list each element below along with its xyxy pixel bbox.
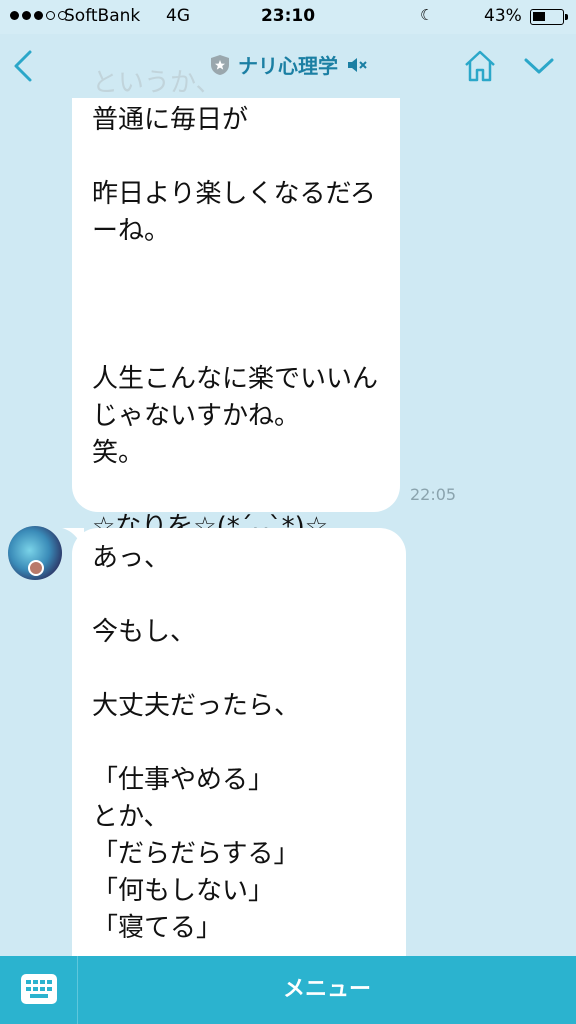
message-bubble[interactable]: 普通に毎日が 昨日より楽しくなるだろーね。 人生こんなに楽でいいんじゃないすかね… <box>72 98 400 542</box>
home-icon <box>465 50 495 82</box>
chevron-down-icon <box>524 58 554 74</box>
carrier-name: SoftBank <box>64 6 141 26</box>
scrolled-message-fragment: というか、 <box>92 68 222 98</box>
network-type: 4G <box>166 6 190 26</box>
signal-strength-icon <box>10 11 67 20</box>
status-bar: SoftBank 4G 23:10 ☾ 43% <box>0 0 576 34</box>
chat-header: ナリ心理学 <box>0 34 576 98</box>
chat-title: ナリ心理学 <box>238 54 338 78</box>
keyboard-button[interactable] <box>0 956 78 1024</box>
message-bubble[interactable]: あっ、 今もし、 大丈夫だったら、 「仕事やめる」 とか、 「だらだらする」 「… <box>72 528 406 988</box>
moon-icon: ☾ <box>420 6 434 24</box>
back-button[interactable] <box>8 44 42 88</box>
clock: 23:10 <box>260 6 316 26</box>
speaker-muted-icon <box>348 57 367 72</box>
keyboard-icon <box>21 974 57 1004</box>
battery-fill <box>533 12 545 21</box>
battery-icon <box>530 9 568 25</box>
avatar[interactable] <box>8 526 62 580</box>
more-button[interactable] <box>520 52 558 80</box>
battery-percent: 43% <box>484 6 522 26</box>
message-timestamp: 22:05 <box>410 485 457 504</box>
chat-title-area[interactable]: ナリ心理学 <box>210 50 368 79</box>
system-icons: ☾ <box>420 6 433 24</box>
menu-button[interactable]: メニュー <box>78 956 576 1024</box>
home-button[interactable] <box>462 48 498 84</box>
chevron-left-icon <box>14 50 32 82</box>
menu-bar: メニュー <box>0 956 576 1024</box>
